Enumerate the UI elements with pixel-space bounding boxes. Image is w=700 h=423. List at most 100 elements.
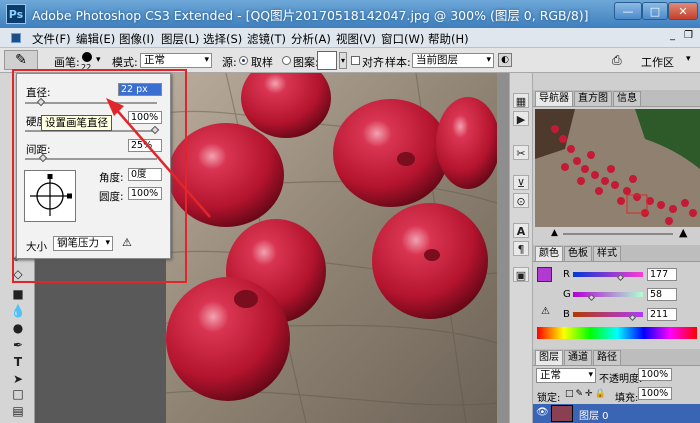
tab-color[interactable]: 颜色 bbox=[535, 246, 563, 261]
opacity-input[interactable]: 100% bbox=[638, 368, 672, 381]
layer-row[interactable]: 👁 图层 0 bbox=[533, 404, 700, 423]
fill-input[interactable]: 100% bbox=[638, 387, 672, 400]
out-of-gamut-warning-icon[interactable]: ⚠ bbox=[541, 306, 550, 317]
layer-thumbnail bbox=[551, 405, 573, 422]
r-slider[interactable] bbox=[573, 272, 643, 277]
sample-radio[interactable] bbox=[239, 56, 248, 65]
panel-divider bbox=[497, 73, 509, 423]
menu-help[interactable]: 帮助(H) bbox=[428, 31, 469, 47]
print-icon[interactable]: ⎙ bbox=[612, 53, 628, 67]
b-input[interactable]: 211 bbox=[647, 308, 677, 321]
highlight-box bbox=[12, 69, 187, 283]
aligned-checkbox[interactable] bbox=[351, 56, 360, 65]
blur-tool-icon[interactable]: 💧 bbox=[9, 304, 27, 319]
g-slider[interactable] bbox=[573, 292, 643, 297]
close-button[interactable]: ✕ bbox=[668, 2, 698, 20]
menu-filter[interactable]: 滤镜(T) bbox=[247, 31, 286, 47]
menu-layer[interactable]: 图层(L) bbox=[161, 31, 199, 47]
clone-stamp-tool-icon[interactable]: ✎ bbox=[4, 50, 38, 70]
sample-label: 样本: bbox=[385, 56, 411, 69]
tab-styles[interactable]: 样式 bbox=[593, 246, 621, 261]
dodge-tool-icon[interactable]: ● bbox=[9, 321, 27, 336]
path-selection-tool-icon[interactable]: ➤ bbox=[9, 372, 27, 387]
brush-preview-icon[interactable] bbox=[82, 52, 92, 62]
styles-mini-icon[interactable]: ▣ bbox=[513, 267, 529, 282]
history-panel-icon[interactable]: ▦ bbox=[513, 93, 529, 108]
opacity-label: 不透明度: bbox=[599, 374, 643, 385]
tool-presets-icon[interactable]: ✂ bbox=[513, 145, 529, 160]
actions-panel-icon[interactable]: ▶ bbox=[513, 111, 529, 126]
collapsed-panel-strip: ▦ ▶ ✂ ⊻ ⊙ A ¶ ▣ bbox=[509, 73, 533, 423]
menu-view[interactable]: 视图(V) bbox=[336, 31, 376, 47]
menu-file[interactable]: 文件(F) bbox=[32, 31, 71, 47]
eye-icon[interactable]: 👁 bbox=[536, 407, 549, 418]
window-title: Adobe Photoshop CS3 Extended - [QQ图片2017… bbox=[32, 7, 589, 23]
navigator-tabs: 导航器 直方图 信息 bbox=[533, 90, 700, 107]
tab-swatches[interactable]: 色板 bbox=[564, 246, 592, 261]
lock-label: 锁定: bbox=[537, 393, 561, 404]
notes-tool-icon[interactable]: ▤ bbox=[9, 404, 27, 419]
tab-channels[interactable]: 通道 bbox=[564, 350, 592, 365]
zoom-in-icon[interactable]: ▲ bbox=[679, 226, 687, 239]
layers-tabs: 图层 通道 路径 bbox=[533, 349, 700, 366]
brushes-panel-icon[interactable]: ⊻ bbox=[513, 175, 529, 190]
pattern-radio[interactable] bbox=[282, 56, 291, 65]
menu-edit[interactable]: 编辑(E) bbox=[76, 31, 115, 47]
b-label: B bbox=[563, 309, 570, 320]
mode-label: 模式: bbox=[112, 56, 138, 69]
shape-tool-icon[interactable]: □ bbox=[9, 387, 27, 402]
tooltip: 设置画笔直径 bbox=[41, 115, 112, 131]
character-panel-icon[interactable]: A bbox=[513, 223, 529, 238]
pattern-radio-label: 图案: bbox=[293, 56, 319, 69]
foreground-color-swatch[interactable] bbox=[537, 267, 552, 282]
navigator-thumbnail[interactable] bbox=[535, 109, 700, 227]
color-tabs: 颜色 色板 样式 bbox=[533, 245, 700, 262]
minimize-button[interactable]: — bbox=[614, 2, 642, 20]
menu-analysis[interactable]: 分析(A) bbox=[291, 31, 331, 47]
pen-tool-icon[interactable]: ✒ bbox=[9, 338, 27, 353]
tab-info[interactable]: 信息 bbox=[613, 91, 641, 106]
navigator-zoom-slider[interactable] bbox=[563, 233, 673, 235]
source-label: 源: bbox=[222, 56, 237, 69]
menu-select[interactable]: 选择(S) bbox=[203, 31, 242, 47]
canvas[interactable] bbox=[166, 73, 497, 423]
mode-select[interactable]: 正常 bbox=[140, 53, 212, 68]
right-panels: 导航器 直方图 信息 ▲ ▲ 颜色 色板 样式 R 177 G 58 ⚠ B 2… bbox=[533, 73, 700, 423]
lock-icons[interactable]: □✎✛🔒 bbox=[565, 389, 608, 399]
tab-paths[interactable]: 路径 bbox=[593, 350, 621, 365]
brush-dropdown-arrow-icon[interactable]: ▾ bbox=[96, 55, 101, 65]
ignore-adjustment-icon[interactable]: ◐ bbox=[498, 53, 512, 67]
blend-mode-select[interactable]: 正常 bbox=[536, 368, 596, 383]
color-ramp[interactable] bbox=[537, 327, 697, 339]
type-tool-icon[interactable]: T bbox=[9, 355, 27, 370]
doc-restore-icon[interactable]: ❐ bbox=[684, 30, 693, 41]
brush-label: 画笔: bbox=[54, 56, 80, 69]
tab-layers[interactable]: 图层 bbox=[535, 350, 563, 365]
r-input[interactable]: 177 bbox=[647, 268, 677, 281]
workspace-button[interactable]: 工作区 bbox=[641, 54, 674, 70]
g-label: G bbox=[563, 289, 571, 300]
app-menu-icon[interactable] bbox=[11, 33, 21, 43]
zoom-out-icon[interactable]: ▲ bbox=[551, 228, 558, 238]
fill-label: 填充: bbox=[615, 393, 639, 404]
pattern-swatch[interactable] bbox=[317, 51, 337, 70]
workspace-arrow-icon[interactable]: ▾ bbox=[686, 54, 691, 64]
layer-name: 图层 0 bbox=[579, 411, 609, 422]
tab-navigator[interactable]: 导航器 bbox=[535, 91, 573, 106]
clone-source-icon[interactable]: ⊙ bbox=[513, 193, 529, 208]
sample-radio-label: 取样 bbox=[251, 56, 273, 69]
tab-histogram[interactable]: 直方图 bbox=[574, 91, 612, 106]
canvas-image bbox=[166, 73, 497, 423]
gradient-tool-icon[interactable]: ■ bbox=[9, 287, 27, 302]
menu-image[interactable]: 图像(I) bbox=[119, 31, 154, 47]
doc-minimize-icon[interactable]: _ bbox=[670, 30, 675, 41]
title-bar: Ps Adobe Photoshop CS3 Extended - [QQ图片2… bbox=[0, 0, 700, 28]
paragraph-panel-icon[interactable]: ¶ bbox=[513, 241, 529, 256]
aligned-label: 对齐 bbox=[362, 56, 384, 69]
sample-select[interactable]: 当前图层 bbox=[412, 53, 494, 68]
g-input[interactable]: 58 bbox=[647, 288, 677, 301]
menu-window[interactable]: 窗口(W) bbox=[381, 31, 424, 47]
photoshop-logo-icon: Ps bbox=[6, 4, 26, 24]
pattern-dropdown-arrow-icon[interactable]: ▾ bbox=[339, 52, 347, 69]
maximize-button[interactable]: □ bbox=[642, 2, 668, 20]
